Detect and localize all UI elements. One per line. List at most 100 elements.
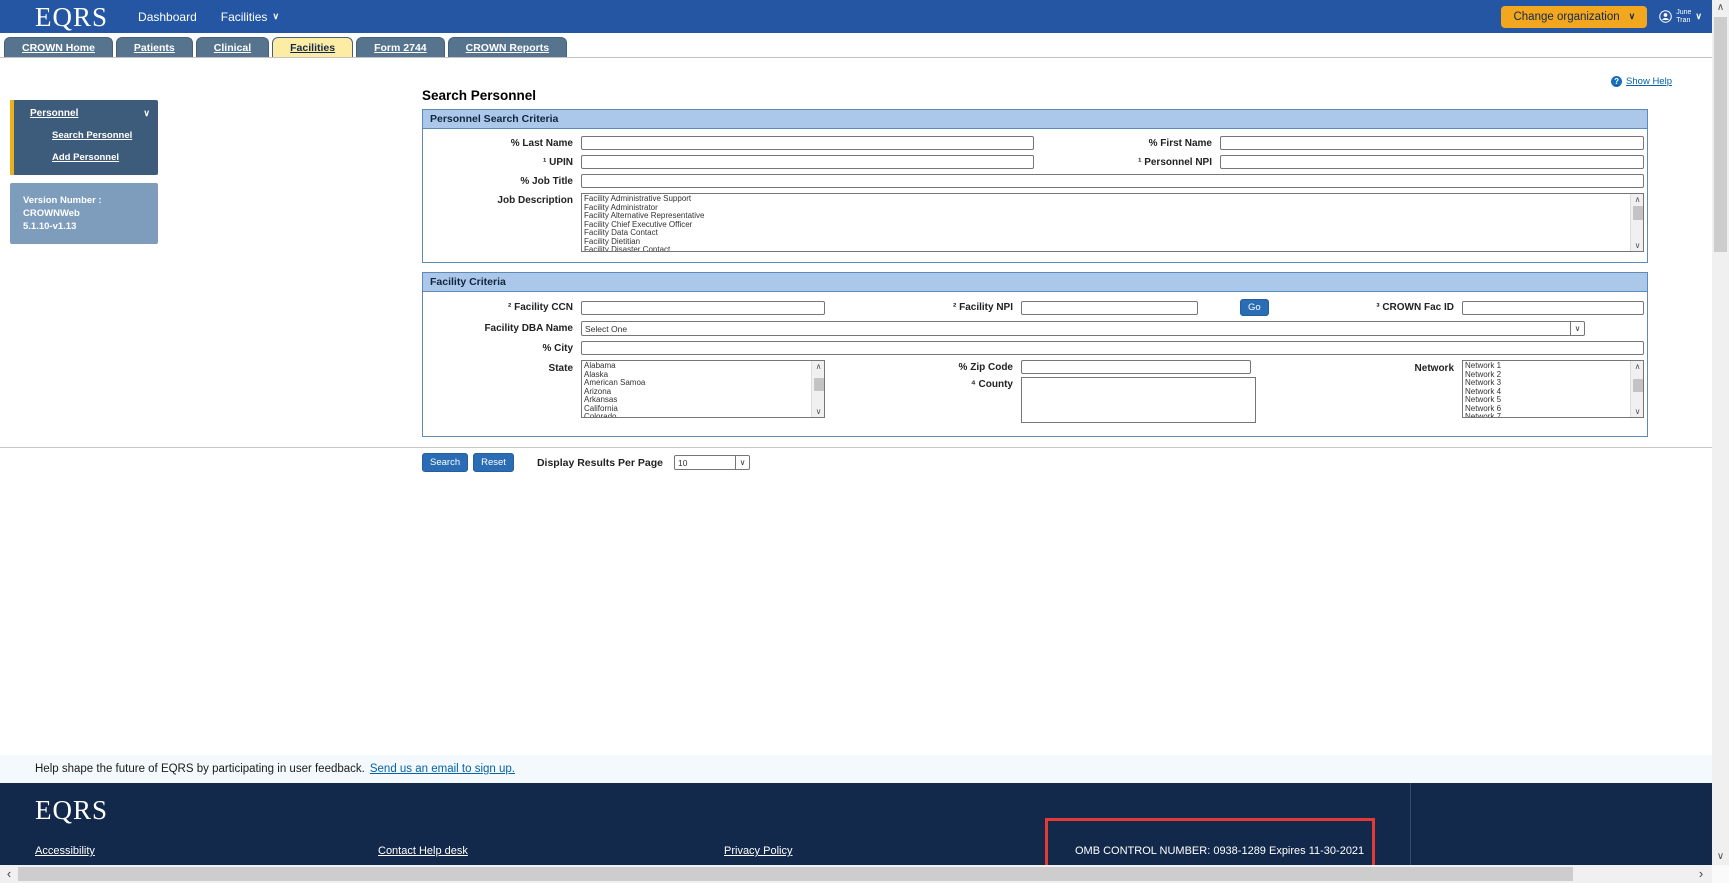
horizontal-scrollbar[interactable]: ‹ › <box>0 865 1712 883</box>
job-title-input[interactable] <box>581 174 1644 188</box>
personnel-menu: Personnel ∨ Search Personnel Add Personn… <box>10 100 158 175</box>
network-listbox[interactable]: Network 1Network 2Network 3Network 4Netw… <box>1462 360 1644 418</box>
city-input[interactable] <box>581 341 1644 355</box>
scroll-up-icon[interactable]: ∧ <box>1631 361 1644 372</box>
footer-link-privacy-policy[interactable]: Privacy Policy <box>724 845 792 857</box>
network-option[interactable]: Network 7 <box>1465 413 1630 417</box>
first-name-label: % First Name <box>1034 138 1220 149</box>
facility-criteria-section: Facility Criteria ² Facility CCN ² Facil… <box>422 272 1648 437</box>
per-page-label: Display Results Per Page <box>537 457 663 469</box>
first-name-input[interactable] <box>1220 136 1644 150</box>
facility-npi-input[interactable] <box>1021 301 1198 315</box>
chevron-down-icon: ∨ <box>735 456 749 469</box>
nav-dashboard[interactable]: Dashboard <box>138 10 197 24</box>
tab-clinical[interactable]: Clinical <box>196 37 269 57</box>
state-listbox[interactable]: AlabamaAlaskaAmerican SamoaArizonaArkans… <box>581 360 825 418</box>
chevron-down-icon: ∨ <box>272 12 279 21</box>
personnel-npi-input[interactable] <box>1220 155 1644 169</box>
state-option[interactable]: Colorado <box>584 413 811 417</box>
change-organization-button[interactable]: Change organization ∨ <box>1501 6 1647 28</box>
tab-patients[interactable]: Patients <box>116 37 193 57</box>
chevron-down-icon: ∨ <box>143 109 150 118</box>
scroll-down-icon[interactable]: ∨ <box>812 406 825 417</box>
state-option[interactable]: American Samoa <box>584 379 811 388</box>
state-option[interactable]: California <box>584 405 811 414</box>
job-description-label: Job Description <box>423 193 581 206</box>
state-option[interactable]: Alabama <box>584 362 811 371</box>
upin-input[interactable] <box>581 155 1034 169</box>
state-label: State <box>423 360 581 374</box>
footer-link-accessibility[interactable]: Accessibility <box>35 845 95 857</box>
scroll-right-icon[interactable]: › <box>1692 865 1710 883</box>
scroll-thumb[interactable] <box>814 378 824 391</box>
footer: EQRS Accessibility Contact Help desk Pri… <box>0 783 1712 865</box>
scroll-up-icon[interactable]: ∧ <box>1631 194 1644 205</box>
chevron-down-icon: ∨ <box>1695 12 1702 21</box>
job-title-label: % Job Title <box>423 176 581 187</box>
city-label: % City <box>423 343 581 354</box>
job-description-option[interactable]: Facility Dietitian <box>584 238 1630 247</box>
main-area: Search Personnel Personnel Search Criter… <box>422 88 1648 472</box>
county-label: ⁴ County <box>825 377 1021 390</box>
tab-crown-home[interactable]: CROWN Home <box>4 37 113 57</box>
job-description-scrollbar[interactable]: ∧ ∨ <box>1630 194 1643 251</box>
network-scrollbar[interactable]: ∧ ∨ <box>1630 361 1643 417</box>
sidebar-item-add-personnel[interactable]: Add Personnel <box>52 152 150 163</box>
nav-facilities[interactable]: Facilities ∨ <box>221 10 279 24</box>
job-description-option[interactable]: Facility Alternative Representative <box>584 212 1630 221</box>
job-description-option[interactable]: Facility Chief Executive Officer <box>584 221 1630 230</box>
help-icon: ? <box>1611 76 1622 87</box>
job-description-option[interactable]: Facility Disaster Contact <box>584 246 1630 251</box>
version-line2: 5.1.10-v1.13 <box>23 220 150 233</box>
tab-crown-reports[interactable]: CROWN Reports <box>448 37 567 57</box>
scroll-down-icon[interactable]: ∨ <box>1712 849 1729 865</box>
tab-facilities[interactable]: Facilities <box>272 37 353 57</box>
facility-ccn-label: ² Facility CCN <box>423 302 581 313</box>
user-menu[interactable]: June Tran ∨ <box>1659 9 1702 24</box>
scroll-thumb[interactable] <box>1633 379 1643 392</box>
facility-section-header: Facility Criteria <box>423 273 1647 292</box>
job-description-option[interactable]: Facility Administrative Support <box>584 195 1630 204</box>
scroll-thumb[interactable] <box>1633 206 1643 220</box>
navbar-right: Change organization ∨ June Tran ∨ <box>1501 6 1702 28</box>
content-panel: ? Show Help Personnel ∨ Search Personnel… <box>0 58 1712 448</box>
reset-button[interactable]: Reset <box>473 453 514 472</box>
tab-bar: CROWN Home Patients Clinical Facilities … <box>0 33 1712 58</box>
footer-link-contact-help-desk[interactable]: Contact Help desk <box>378 845 468 857</box>
zip-code-input[interactable] <box>1021 360 1251 374</box>
state-scrollbar[interactable]: ∧ ∨ <box>811 361 824 417</box>
state-option[interactable]: Arizona <box>584 388 811 397</box>
vertical-scrollbar[interactable]: ∧ ∨ <box>1712 0 1729 865</box>
job-description-option[interactable]: Facility Data Contact <box>584 229 1630 238</box>
facility-ccn-input[interactable] <box>581 301 825 315</box>
facility-dba-select[interactable]: Select One ∨ <box>581 321 1585 336</box>
scroll-thumb[interactable] <box>18 867 1573 881</box>
scroll-down-icon[interactable]: ∨ <box>1631 406 1644 417</box>
primary-nav: Dashboard Facilities ∨ <box>138 10 279 24</box>
job-description-option[interactable]: Facility Administrator <box>584 204 1630 213</box>
user-avatar-icon <box>1659 10 1672 23</box>
network-label: Network <box>1257 360 1462 374</box>
scroll-down-icon[interactable]: ∨ <box>1631 240 1644 251</box>
scroll-up-icon[interactable]: ∧ <box>812 361 825 372</box>
tab-form-2744[interactable]: Form 2744 <box>356 37 445 57</box>
per-page-select[interactable]: 10 ∨ <box>674 455 750 470</box>
county-listbox[interactable] <box>1021 377 1256 423</box>
scroll-thumb[interactable] <box>1714 17 1727 252</box>
job-description-listbox[interactable]: Facility Administrative SupportFacility … <box>581 193 1644 252</box>
personnel-menu-header[interactable]: Personnel ∨ <box>30 108 150 119</box>
footer-logo: EQRS <box>35 795 108 826</box>
personnel-search-criteria-section: Personnel Search Criteria % Last Name % … <box>422 109 1648 263</box>
scroll-left-icon[interactable]: ‹ <box>0 865 18 883</box>
sidebar-item-search-personnel[interactable]: Search Personnel <box>52 130 150 141</box>
search-button[interactable]: Search <box>422 453 468 472</box>
state-option[interactable]: Arkansas <box>584 396 811 405</box>
show-help-link[interactable]: ? Show Help <box>1611 76 1672 87</box>
last-name-input[interactable] <box>581 136 1034 150</box>
crown-fac-id-input[interactable] <box>1462 301 1644 315</box>
personnel-section-header: Personnel Search Criteria <box>423 110 1647 129</box>
scroll-up-icon[interactable]: ∧ <box>1712 0 1729 16</box>
go-button[interactable]: Go <box>1240 299 1269 316</box>
last-name-label: % Last Name <box>423 138 581 149</box>
feedback-signup-link[interactable]: Send us an email to sign up. <box>370 763 515 775</box>
